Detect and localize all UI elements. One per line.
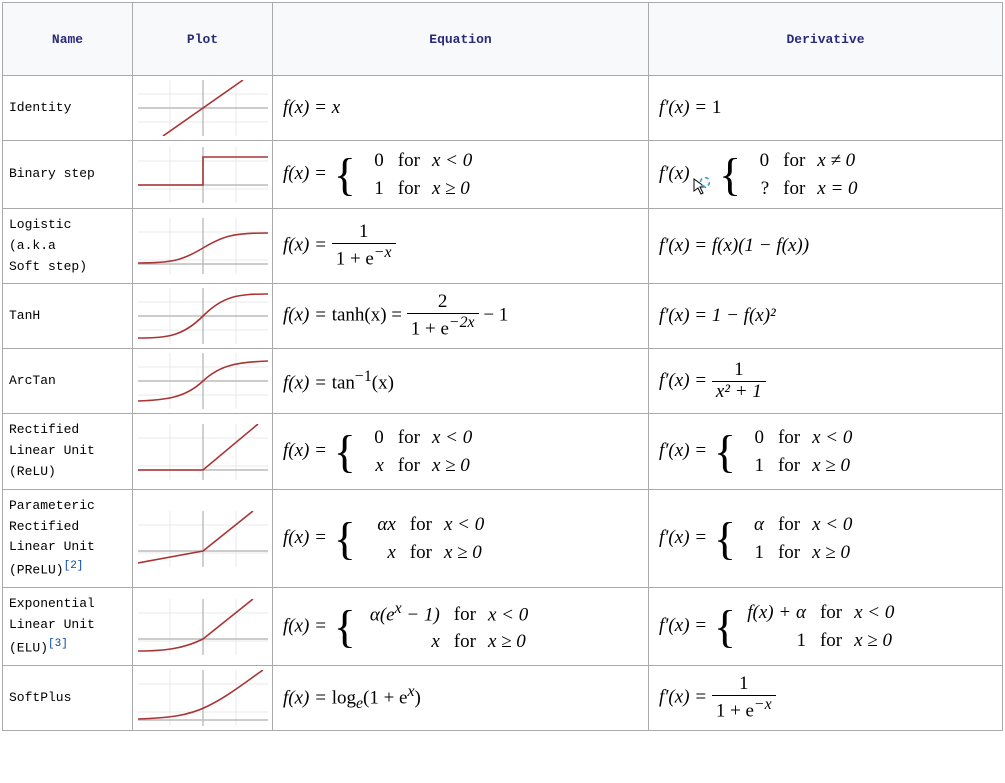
row-name: SoftPlus xyxy=(3,666,133,731)
table-row: Logistic (a.k.a Soft step) f(x) = 11 + e… xyxy=(3,209,1003,284)
table-row: Binary step f(x) = { 0forx < 0 1forx ≥ 0… xyxy=(3,141,1003,209)
header-equation: Equation xyxy=(273,3,649,76)
equation-arctan: f(x) = tan−1(x) xyxy=(273,349,649,414)
row-name: Identity xyxy=(3,76,133,141)
derivative-softplus: f′(x) = 11 + e−x xyxy=(649,666,1003,731)
plot-identity xyxy=(133,76,273,141)
table-row: Identity f(x) = x f′(x) = 1 xyxy=(3,76,1003,141)
row-name: Logistic (a.k.a Soft step) xyxy=(3,209,133,284)
header-row: Name Plot Equation Derivative xyxy=(3,3,1003,76)
plot-relu xyxy=(133,414,273,489)
table-row: Exponential Linear Unit (ELU)[3] f(x) = … xyxy=(3,588,1003,666)
table-row: TanH f(x) = tanh(x) = 21 + e−2x − 1 f′(x… xyxy=(3,284,1003,349)
derivative-arctan: f′(x) = 1x² + 1 xyxy=(649,349,1003,414)
equation-prelu: f(x) = { αxforx < 0 xforx ≥ 0 xyxy=(273,489,649,588)
plot-logistic xyxy=(133,209,273,284)
header-derivative: Derivative xyxy=(649,3,1003,76)
plot-prelu xyxy=(133,489,273,588)
derivative-elu: f′(x) = { f(x) + αforx < 0 1forx ≥ 0 xyxy=(649,588,1003,666)
derivative-tanh: f′(x) = 1 − f(x)² xyxy=(649,284,1003,349)
equation-elu: f(x) = { α(ex − 1)forx < 0 xforx ≥ 0 xyxy=(273,588,649,666)
derivative-logistic: f′(x) = f(x)(1 − f(x)) xyxy=(649,209,1003,284)
table-row: ArcTan f(x) = tan−1(x) f′(x) = 1x² + 1 xyxy=(3,349,1003,414)
derivative-relu: f′(x) = { 0forx < 0 1forx ≥ 0 xyxy=(649,414,1003,489)
activation-functions-table: Name Plot Equation Derivative Identity f… xyxy=(2,2,1003,731)
table-row: Parameteric Rectified Linear Unit (PReLU… xyxy=(3,489,1003,588)
plot-svg xyxy=(138,80,268,136)
derivative-identity: f′(x) = 1 xyxy=(649,76,1003,141)
equation-softplus: f(x) = loge(1 + ex) xyxy=(273,666,649,731)
equation-logistic: f(x) = 11 + e−x xyxy=(273,209,649,284)
table-row: Rectified Linear Unit (ReLU) f(x) = { 0f… xyxy=(3,414,1003,489)
row-name: ArcTan xyxy=(3,349,133,414)
derivative-binarystep: f′(x) { 0forx ≠ 0 ?forx = 0 xyxy=(649,141,1003,209)
equation-tanh: f(x) = tanh(x) = 21 + e−2x − 1 xyxy=(273,284,649,349)
plot-tanh xyxy=(133,284,273,349)
equation-binarystep: f(x) = { 0forx < 0 1forx ≥ 0 xyxy=(273,141,649,209)
equation-identity: f(x) = x xyxy=(273,76,649,141)
header-plot: Plot xyxy=(133,3,273,76)
plot-binarystep xyxy=(133,141,273,209)
plot-softplus xyxy=(133,666,273,731)
row-name: TanH xyxy=(3,284,133,349)
derivative-prelu: f′(x) = { αforx < 0 1forx ≥ 0 xyxy=(649,489,1003,588)
citation-link[interactable]: [2] xyxy=(64,560,84,572)
plot-arctan xyxy=(133,349,273,414)
row-name: Parameteric Rectified Linear Unit (PReLU… xyxy=(3,489,133,588)
row-name: Rectified Linear Unit (ReLU) xyxy=(3,414,133,489)
plot-elu xyxy=(133,588,273,666)
header-name: Name xyxy=(3,3,133,76)
equation-relu: f(x) = { 0forx < 0 xforx ≥ 0 xyxy=(273,414,649,489)
table-row: SoftPlus f(x) = loge(1 + ex) f′(x) = 11 … xyxy=(3,666,1003,731)
row-name: Binary step xyxy=(3,141,133,209)
citation-link[interactable]: [3] xyxy=(48,638,68,650)
row-name: Exponential Linear Unit (ELU)[3] xyxy=(3,588,133,666)
